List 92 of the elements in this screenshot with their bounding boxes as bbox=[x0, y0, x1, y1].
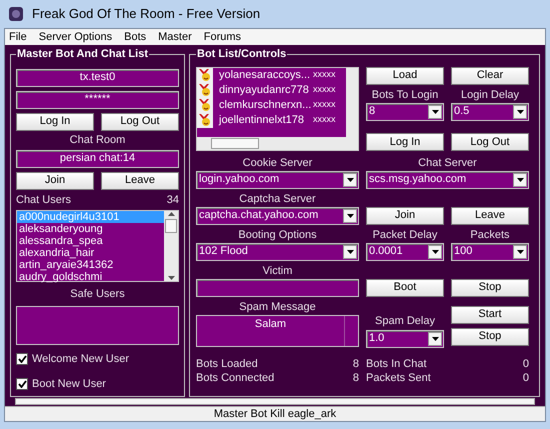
stat-label: Bots In Chat bbox=[366, 356, 427, 370]
stat-label: Bots Connected bbox=[196, 370, 274, 384]
safe-users-list[interactable] bbox=[16, 306, 179, 345]
packets-select[interactable]: 100 bbox=[451, 242, 529, 260]
victim-field[interactable] bbox=[196, 278, 359, 296]
stat-label: Bots Loaded bbox=[196, 356, 258, 370]
bots-to-login-select[interactable]: 8 bbox=[366, 102, 444, 120]
captcha-server-select[interactable]: captcha.chat.yahoo.com bbox=[196, 206, 359, 224]
spam-message-label: Spam Message bbox=[239, 302, 316, 313]
booting-options-select[interactable]: 102 Flood bbox=[196, 242, 359, 260]
chat-server-select[interactable]: scs.msg.yahoo.com bbox=[366, 170, 529, 188]
window-title: Freak God Of The Room - Free Version bbox=[32, 5, 260, 24]
checkbox[interactable] bbox=[16, 378, 28, 390]
bot-password: xxxxx bbox=[313, 113, 336, 126]
chat-users-label: Chat Users bbox=[16, 194, 72, 206]
stop-button[interactable]: Stop bbox=[451, 278, 529, 296]
bot-name: yolanesaraccoys... bbox=[218, 68, 312, 83]
app-icon bbox=[8, 6, 24, 22]
bot-name: clemkurschnerxn... bbox=[218, 98, 312, 113]
menu-item[interactable]: Server Options bbox=[38, 28, 112, 46]
chat-users-count: 34 bbox=[166, 194, 179, 206]
packet-delay-select[interactable]: 0.0001 bbox=[366, 242, 444, 260]
stop-button[interactable]: Stop bbox=[451, 328, 529, 346]
chat-room-field[interactable]: persian chat:14 bbox=[16, 150, 179, 168]
login-delay-select[interactable]: 0.5 bbox=[451, 102, 529, 120]
group-title: Bot List/Controls bbox=[196, 47, 288, 62]
stat-value: 8 bbox=[352, 356, 359, 370]
chat-users-list[interactable]: a000nudegirl4u3101 aleksanderyoung alessandra_spea alexandria_hair artin_aryaie341362 audry_goldschmi bbox=[16, 210, 179, 282]
smiley-icon bbox=[198, 113, 212, 127]
chat-user-item[interactable]: artin_aryaie341362 bbox=[17, 258, 164, 270]
bot-name: dinnyayudanrc778 bbox=[218, 82, 310, 98]
load-button[interactable]: Load bbox=[366, 66, 444, 84]
packet-delay-label: Packet Delay bbox=[372, 230, 438, 241]
login-button[interactable]: Log In bbox=[366, 133, 444, 151]
captcha-server-label: Captcha Server bbox=[239, 194, 316, 205]
menu-item[interactable]: Master bbox=[158, 28, 192, 46]
username-field[interactable]: tx.test0 bbox=[16, 68, 179, 86]
chat-user-item[interactable]: alexandria_hair bbox=[17, 246, 164, 258]
boot-button[interactable]: Boot bbox=[366, 278, 444, 296]
spam-message-field[interactable]: Salam bbox=[196, 314, 359, 346]
horizontal-scrollbar[interactable] bbox=[197, 136, 358, 150]
start-button[interactable]: Start bbox=[451, 306, 529, 324]
leave-button[interactable]: Leave bbox=[101, 172, 179, 190]
login-button[interactable]: Log In bbox=[16, 112, 94, 130]
stat-value: 8 bbox=[352, 370, 359, 384]
smiley-icon bbox=[198, 83, 212, 97]
bot-list[interactable]: yolanesaraccoys... xxxxx dinnyayudanrc778 xxxxx clemkurschnerxn...xxxxx joellentinnelxt178 xxxxx bbox=[196, 66, 359, 150]
bot-password: xxxxx bbox=[313, 98, 336, 112]
stat-value: 0 bbox=[522, 370, 529, 384]
scroll-thumb[interactable] bbox=[165, 218, 177, 232]
join-button[interactable]: Join bbox=[366, 206, 444, 224]
menu-item[interactable]: File bbox=[9, 28, 27, 46]
leave-button[interactable]: Leave bbox=[451, 206, 529, 224]
stat-label: Packets Sent bbox=[366, 370, 431, 384]
smiley-icon bbox=[198, 98, 212, 112]
chat-user-item[interactable]: aleksanderyoung bbox=[17, 222, 164, 234]
logout-button[interactable]: Log Out bbox=[451, 133, 529, 151]
smiley-icon bbox=[198, 68, 212, 82]
scrollbar[interactable] bbox=[164, 210, 178, 280]
bot-password: xxxxx bbox=[313, 68, 336, 82]
packets-label: Packets bbox=[470, 230, 510, 241]
password-field[interactable]: ****** bbox=[16, 90, 179, 108]
checkbox[interactable] bbox=[16, 353, 28, 366]
spam-delay-select[interactable]: 1.0 bbox=[366, 330, 444, 348]
bot-password: xxxxx bbox=[313, 83, 336, 96]
scroll-thumb[interactable] bbox=[211, 138, 259, 148]
scrollbar[interactable] bbox=[346, 68, 358, 136]
scroll-down-icon[interactable] bbox=[168, 276, 174, 280]
chat-room-label: Chat Room bbox=[70, 134, 126, 146]
join-button[interactable]: Join bbox=[16, 172, 94, 190]
stat-value: 0 bbox=[522, 356, 529, 370]
chat-user-item[interactable]: audry_goldschmi bbox=[17, 270, 164, 282]
bots-to-login-label: Bots To Login bbox=[372, 90, 438, 101]
checkbox-label: Boot New User bbox=[32, 376, 106, 392]
clear-button[interactable]: Clear bbox=[451, 66, 529, 84]
safe-users-label: Safe Users bbox=[70, 289, 125, 300]
menu-item[interactable]: Forums bbox=[204, 28, 242, 46]
booting-options-label: Booting Options bbox=[238, 230, 317, 241]
scroll-up-icon[interactable] bbox=[168, 212, 174, 216]
logout-button[interactable]: Log Out bbox=[101, 112, 179, 130]
chat-server-label: Chat Server bbox=[418, 158, 477, 169]
group-title: Master Bot And Chat List bbox=[16, 47, 149, 62]
spam-delay-label: Spam Delay bbox=[375, 316, 435, 327]
cookie-server-select[interactable]: login.yahoo.com bbox=[196, 170, 359, 188]
bot-name: joellentinnelxt178 bbox=[218, 112, 306, 128]
checkbox-label: Welcome New User bbox=[32, 352, 129, 367]
cookie-server-label: Cookie Server bbox=[242, 158, 312, 169]
menu-item[interactable]: Bots bbox=[124, 28, 146, 46]
status-text: Master Bot Kill eagle_ark bbox=[214, 406, 336, 422]
login-delay-label: Login Delay bbox=[460, 90, 520, 101]
chat-user-item[interactable]: alessandra_spea bbox=[17, 234, 164, 246]
victim-label: Victim bbox=[262, 266, 292, 277]
